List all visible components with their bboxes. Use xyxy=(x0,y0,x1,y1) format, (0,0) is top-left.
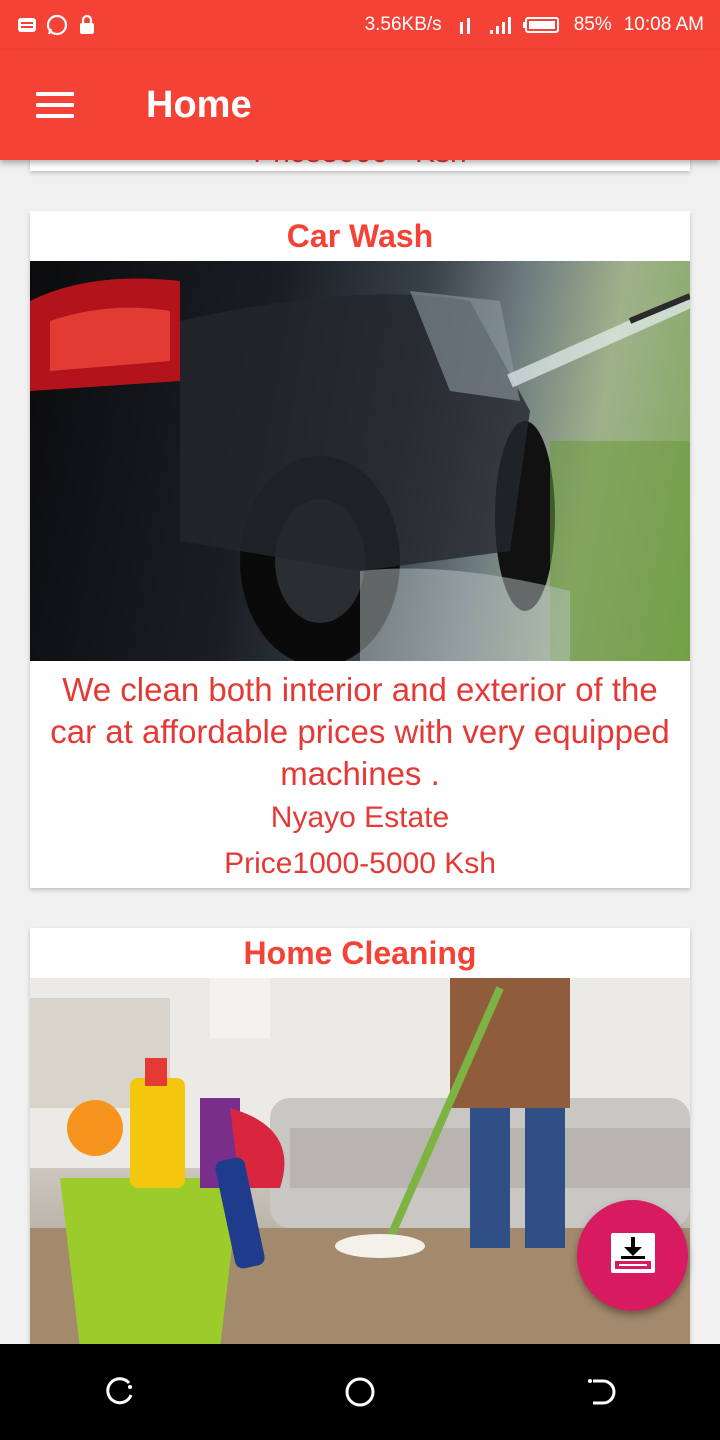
service-price: Price1000-5000 Ksh xyxy=(224,847,496,880)
lock-icon xyxy=(76,14,98,36)
service-title: Car Wash xyxy=(286,218,434,254)
service-price: Price5000 - Ksh xyxy=(30,160,690,168)
menu-icon[interactable] xyxy=(36,85,76,125)
service-description: We clean both interior and exterior of t… xyxy=(50,671,670,792)
whatsapp-icon xyxy=(46,14,68,36)
status-bar: 3.56KB/s 85% 10:08 AM xyxy=(0,0,720,50)
notification-icon xyxy=(16,14,38,36)
service-card-car-wash[interactable]: Car Wash We clean both interior and exte… xyxy=(30,211,690,888)
service-card[interactable]: Price5000 - Ksh xyxy=(30,160,690,171)
service-title: Home Cleaning xyxy=(243,935,477,971)
battery-percent: 85% xyxy=(573,14,612,35)
recent-apps-button[interactable] xyxy=(90,1362,150,1422)
download-icon xyxy=(607,1227,659,1284)
system-nav-bar xyxy=(0,1344,720,1440)
battery-icon xyxy=(522,14,562,36)
network-speed: 3.56KB/s xyxy=(364,14,442,35)
data-signal-icon xyxy=(454,14,476,36)
clock: 10:08 AM xyxy=(623,14,704,35)
recent-apps-icon xyxy=(106,1377,133,1405)
service-location: Nyayo Estate xyxy=(270,801,450,834)
download-button[interactable] xyxy=(577,1200,688,1311)
back-button[interactable] xyxy=(570,1362,630,1422)
back-icon xyxy=(588,1379,616,1405)
app-bar: Home xyxy=(0,50,720,160)
cell-signal-icon xyxy=(488,14,511,36)
service-list[interactable]: Price5000 - Ksh Car Wash We clean both i… xyxy=(0,160,720,1344)
page-title: Home xyxy=(146,83,252,126)
home-button[interactable] xyxy=(330,1362,390,1422)
home-circle-icon xyxy=(345,1377,375,1407)
car-wash-image xyxy=(30,261,690,661)
